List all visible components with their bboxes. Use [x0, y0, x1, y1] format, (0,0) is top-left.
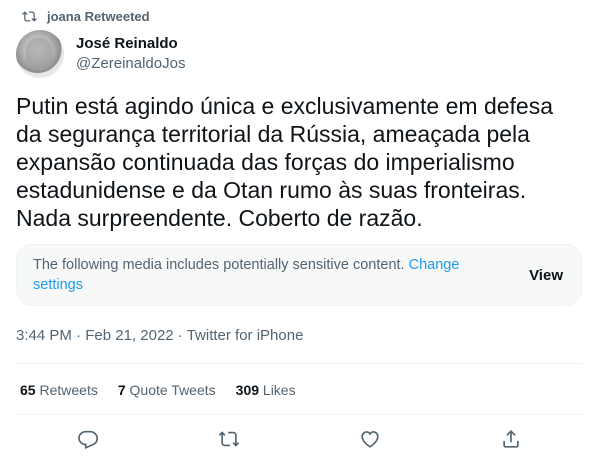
- quotes-label: Quote Tweets: [129, 382, 216, 398]
- author-name[interactable]: José Reinaldo: [76, 34, 185, 54]
- tweet-meta: 3:44 PM · Feb 21, 2022 · Twitter for iPh…: [16, 327, 303, 344]
- tweet-date[interactable]: Feb 21, 2022: [85, 327, 173, 344]
- meta-separator: ·: [177, 327, 183, 344]
- retweets-label: Retweets: [39, 382, 98, 398]
- likes-label: Likes: [262, 382, 296, 398]
- share-icon: [503, 430, 519, 448]
- view-media-button[interactable]: View: [529, 267, 563, 284]
- action-bar: [0, 428, 598, 452]
- meta-separator: ·: [76, 327, 82, 344]
- tweet-source[interactable]: Twitter for iPhone: [187, 327, 304, 344]
- tweet-text: Putin está agindo única e exclusivamente…: [16, 93, 553, 231]
- quotes-count: 7: [117, 382, 126, 398]
- like-button[interactable]: [359, 428, 381, 450]
- retweets-count: 65: [20, 382, 36, 398]
- share-button[interactable]: [500, 428, 522, 450]
- tweet-detail: joana Retweeted José Reinaldo @Zereinald…: [0, 0, 598, 463]
- divider: [16, 414, 582, 415]
- avatar[interactable]: [16, 30, 64, 78]
- engagement-stats: 65 Retweets 7 Quote Tweets 309 Likes: [20, 382, 296, 398]
- author-handle[interactable]: @ZereinaldoJos: [76, 54, 185, 74]
- likes-count: 309: [235, 382, 260, 398]
- quote-tweets-stat[interactable]: 7 Quote Tweets: [118, 382, 216, 398]
- author-block[interactable]: José Reinaldo @ZereinaldoJos: [16, 30, 185, 78]
- sensitive-message: The following media includes potentially…: [33, 257, 405, 273]
- retweet-icon: [218, 431, 240, 447]
- divider: [16, 363, 582, 364]
- tweet-time[interactable]: 3:44 PM: [16, 327, 72, 344]
- retweet-label: joana Retweeted: [47, 9, 150, 24]
- sensitive-media-warning: The following media includes potentially…: [16, 244, 582, 306]
- reply-icon: [78, 430, 98, 449]
- like-icon: [361, 431, 379, 448]
- likes-stat[interactable]: 309 Likes: [236, 382, 296, 398]
- reply-button[interactable]: [77, 428, 99, 450]
- retweet-context[interactable]: joana Retweeted: [22, 9, 150, 24]
- retweets-stat[interactable]: 65 Retweets: [20, 382, 98, 398]
- retweet-icon: [22, 11, 37, 22]
- retweet-button[interactable]: [218, 428, 240, 450]
